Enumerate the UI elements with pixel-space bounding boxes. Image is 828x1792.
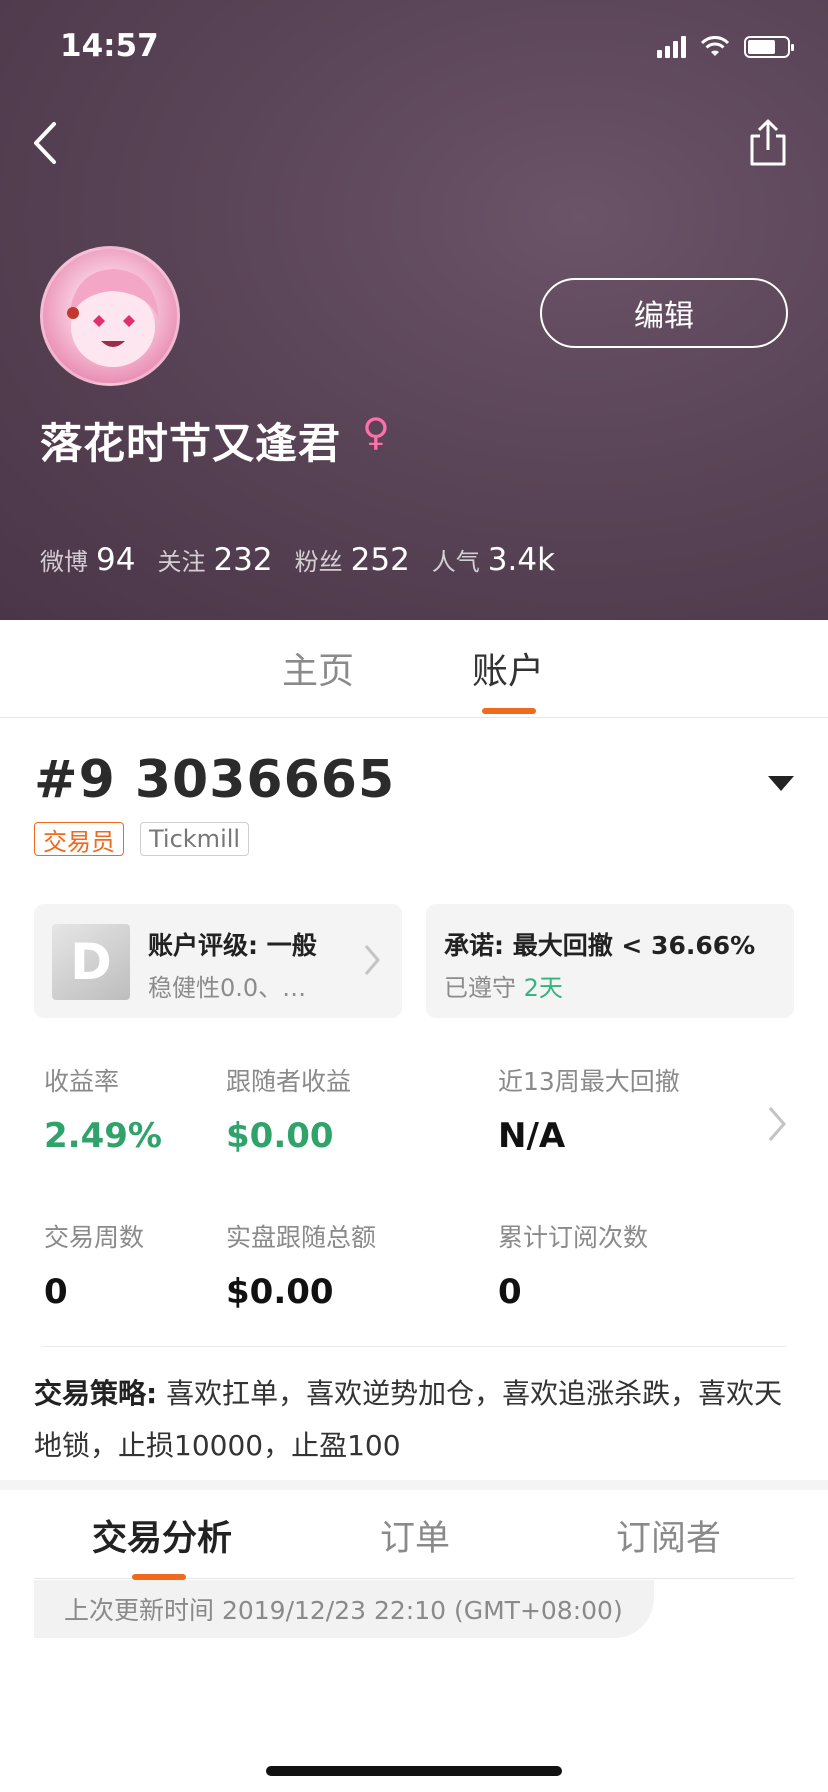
- avatar[interactable]: [40, 246, 180, 386]
- stat-followers[interactable]: 粉丝 252: [295, 542, 410, 578]
- metric-weeks-label: 交易周数: [44, 1223, 145, 1252]
- screen: 14:57 编辑 落花时节又逢君 ♀ 微博 94 关注 232 粉丝 252 人…: [0, 0, 828, 1792]
- avatar-illustration: [67, 269, 159, 367]
- female-icon: ♀: [362, 410, 390, 454]
- broker-tag: Tickmill: [140, 822, 250, 856]
- promise-status: 已遵守 2天: [444, 968, 563, 1003]
- metric-follow-total-label: 实盘跟随总额: [226, 1223, 377, 1252]
- profile-tabs: 主页 账户: [0, 620, 828, 718]
- status-time: 14:57: [60, 28, 159, 64]
- metric-subscriptions-label: 累计订阅次数: [498, 1223, 649, 1252]
- metric-subscriptions-value: 0: [498, 1272, 522, 1312]
- stat-popularity: 人气 3.4k: [431, 542, 556, 578]
- share-icon[interactable]: [746, 118, 790, 168]
- promise-card[interactable]: 承诺: 最大回撤 < 36.66% 已遵守 2天: [426, 904, 794, 1018]
- metric-return-value: 2.49%: [44, 1116, 162, 1156]
- chevron-right-icon: [364, 945, 380, 975]
- signal-icon: [657, 36, 686, 58]
- trader-tag: 交易员: [34, 822, 124, 856]
- active-tab-indicator: [482, 708, 536, 714]
- divider: [42, 1346, 786, 1347]
- promise-title: 承诺: 最大回撤 < 36.66%: [444, 931, 756, 960]
- last-update-info: 上次更新时间 2019/12/23 22:10 (GMT+08:00): [34, 1580, 654, 1638]
- back-icon[interactable]: [26, 118, 66, 168]
- metric-drawdown-label: 近13周最大回撤: [498, 1067, 680, 1096]
- rating-title: 账户评级: 一般: [148, 931, 317, 960]
- section-divider: [0, 1480, 828, 1490]
- status-icons: [657, 36, 794, 58]
- edit-profile-button[interactable]: 编辑: [540, 278, 788, 348]
- grade-badge: D: [52, 924, 130, 1000]
- chevron-right-icon[interactable]: [766, 1104, 788, 1144]
- strategy-label: 交易策略:: [34, 1377, 158, 1410]
- metric-follower-profit-label: 跟随者收益: [226, 1067, 352, 1096]
- status-bar: 14:57: [0, 0, 828, 100]
- metric-return-label: 收益率: [44, 1067, 120, 1096]
- metric-weeks-value: 0: [44, 1272, 68, 1312]
- metric-drawdown-value: N/A: [498, 1116, 566, 1156]
- metric-follower-profit-value: $0.00: [226, 1116, 334, 1156]
- username: 落花时节又逢君: [40, 419, 342, 468]
- trading-strategy: 交易策略: 喜欢扛单，喜欢逆势加仓，喜欢追涨杀跌，喜欢天地锁，止损10000，止…: [34, 1368, 794, 1472]
- account-id: #9 3036665: [34, 750, 396, 810]
- caret-down-icon[interactable]: [768, 776, 794, 791]
- tab-trade-analysis[interactable]: 交易分析: [92, 1510, 232, 1561]
- profile-header: 14:57 编辑 落花时节又逢君 ♀ 微博 94 关注 232 粉丝 252 人…: [0, 0, 828, 620]
- promise-days: 2天: [523, 974, 563, 1002]
- tab-orders[interactable]: 订单: [380, 1510, 450, 1561]
- tab-account[interactable]: 账户: [472, 642, 544, 694]
- battery-icon: [744, 36, 794, 58]
- stat-weibo[interactable]: 微博 94: [40, 542, 135, 578]
- metric-follow-total-value: $0.00: [226, 1272, 334, 1312]
- rating-card[interactable]: D 账户评级: 一般 稳健性0.0、…: [34, 904, 402, 1018]
- profile-stats: 微博 94 关注 232 粉丝 252 人气 3.4k: [40, 542, 555, 578]
- tab-home[interactable]: 主页: [282, 642, 354, 694]
- home-indicator: [266, 1766, 562, 1776]
- wifi-icon: [700, 36, 730, 56]
- tab-subscribers[interactable]: 订阅者: [616, 1510, 721, 1561]
- rating-subtitle: 稳健性0.0、…: [148, 974, 307, 1002]
- promise-status-label: 已遵守: [444, 974, 516, 1002]
- stat-following[interactable]: 关注 232: [157, 542, 272, 578]
